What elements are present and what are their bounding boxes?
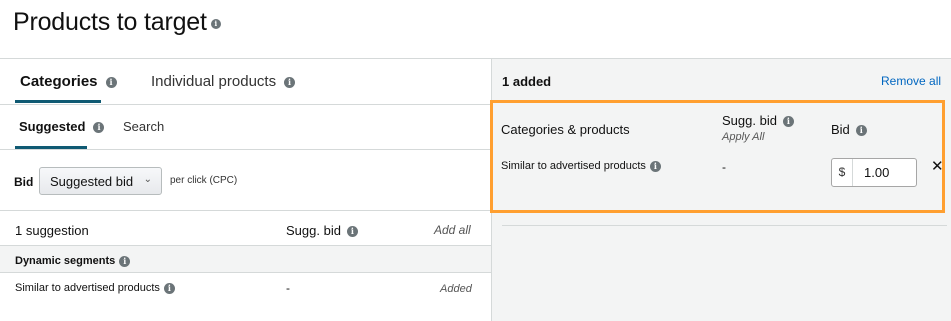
subtabs-divider [0,149,491,150]
info-icon[interactable]: i [163,282,175,294]
bid-strategy-select[interactable]: Suggested bid ⌄ [39,167,162,195]
chevron-down-icon: ⌄ [143,174,152,185]
page-title: Products to target i [13,8,221,37]
tab-categories[interactable]: Categories i [20,73,117,90]
bid-suffix: per click (CPC) [170,175,238,186]
group-label: Dynamic segments i [15,255,131,267]
sugg-bid-header: Sugg. bid i [286,223,358,238]
info-icon[interactable]: i [346,226,358,238]
item-sugg-bid: - [286,281,290,295]
added-status: Added [440,283,472,295]
bid-label: Bid [14,175,34,189]
info-icon[interactable]: i [284,76,296,88]
tab-individual-products[interactable]: Individual products i [151,73,296,90]
subtab-search[interactable]: Search [123,119,164,134]
group-divider [0,272,491,273]
info-icon[interactable]: i [210,19,221,29]
added-count: 1 added [502,74,552,89]
info-icon[interactable]: i [105,76,117,88]
active-tab-indicator [15,100,101,103]
info-icon[interactable]: i [93,122,105,134]
list-top-divider [0,210,491,211]
bid-strategy-value: Suggested bid [50,174,134,189]
list-item: Similar to advertised products i [15,282,175,294]
subtab-suggested[interactable]: Suggested i [19,119,105,134]
info-icon[interactable]: i [119,255,131,267]
remove-all-link[interactable]: Remove all [881,74,941,88]
tabs-divider [0,104,491,105]
add-all-link[interactable]: Add all [434,223,471,237]
highlight-box [490,100,945,213]
suggestion-count: 1 suggestion [15,223,89,238]
added-divider [502,225,947,226]
